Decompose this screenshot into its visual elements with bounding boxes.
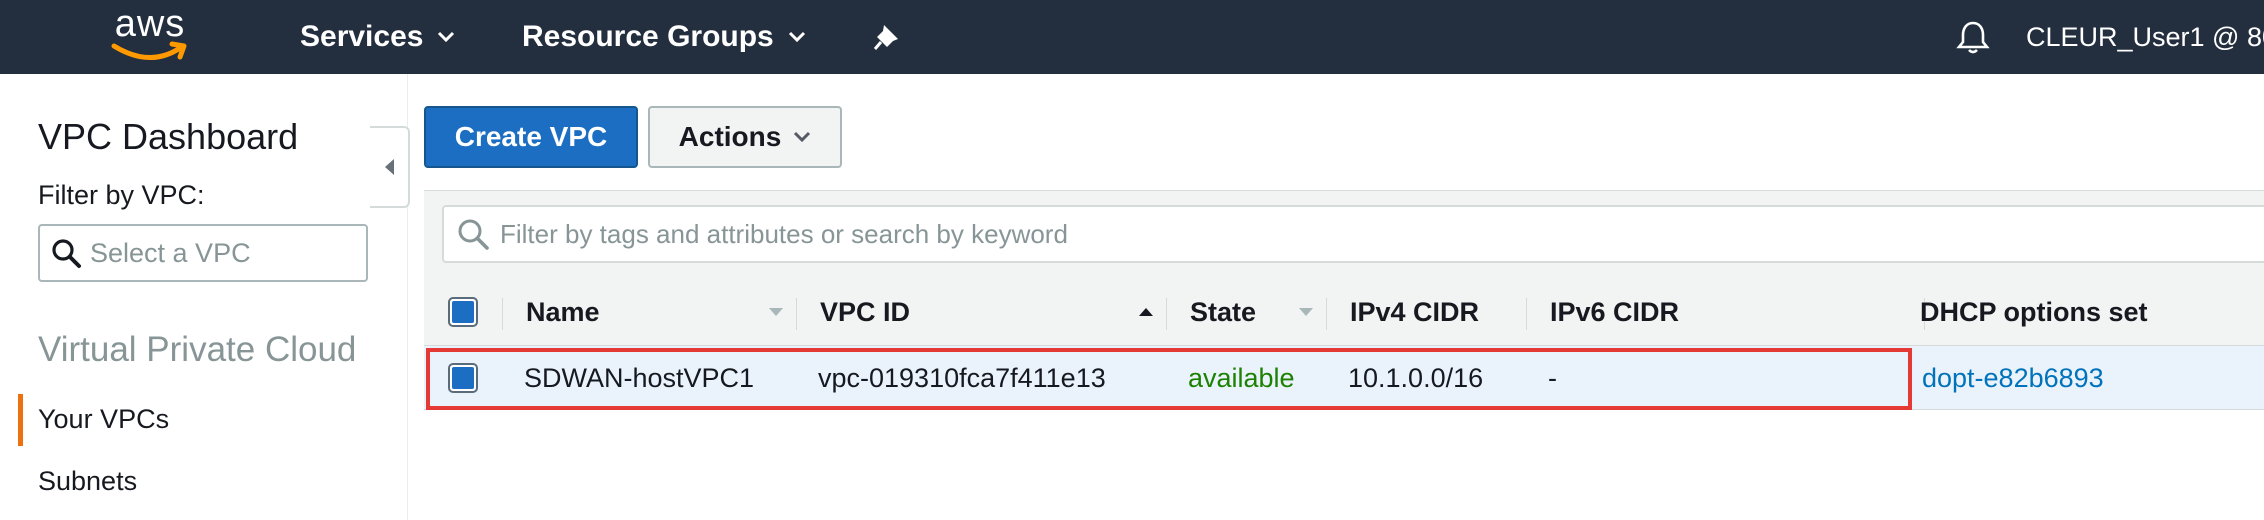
search-icon xyxy=(458,219,489,250)
aws-smile-icon xyxy=(111,41,187,60)
column-divider xyxy=(1526,298,1527,330)
sort-vpc-id-button[interactable] xyxy=(1138,278,1154,346)
notifications-button[interactable] xyxy=(1956,0,1990,74)
chevron-down-icon xyxy=(794,131,811,143)
sidebar-title[interactable]: VPC Dashboard xyxy=(38,116,298,158)
actions-label: Actions xyxy=(678,121,782,152)
cell-dhcp-options-link[interactable]: dopt-e82b6893 xyxy=(1922,346,2104,410)
resource-groups-menu[interactable]: Resource Groups xyxy=(522,0,806,74)
sort-down-icon xyxy=(769,308,783,316)
collapse-left-icon xyxy=(385,159,394,175)
column-divider xyxy=(502,298,503,330)
chevron-down-icon xyxy=(788,31,805,43)
active-item-indicator xyxy=(18,394,23,446)
create-vpc-button[interactable]: Create VPC xyxy=(424,106,638,168)
user-label: CLEUR_User1 @ 80 xyxy=(2026,22,2264,52)
sidebar-section-title: Virtual Private Cloud xyxy=(38,330,357,369)
user-account-menu[interactable]: CLEUR_User1 @ 80 xyxy=(2026,0,2264,74)
services-label: Services xyxy=(300,20,424,53)
top-navigation-bar: aws Services Resource Groups CLEUR_User1… xyxy=(0,0,2264,74)
sort-name-button[interactable] xyxy=(768,278,784,346)
aws-logo[interactable]: aws xyxy=(108,2,192,64)
filter-placeholder: Filter by tags and attributes or search … xyxy=(500,218,1068,249)
sidebar-item-your-vpcs[interactable]: Your VPCs xyxy=(38,404,169,435)
sort-down-icon xyxy=(1299,308,1313,316)
column-divider xyxy=(1326,298,1327,330)
table-header: Name VPC ID State IPv4 CIDR IPv6 CIDR DH… xyxy=(424,278,2264,346)
sort-up-icon xyxy=(1139,308,1153,316)
column-header-ipv4-cidr[interactable]: IPv4 CIDR xyxy=(1350,278,1479,346)
pin-icon xyxy=(873,25,898,50)
pin-button[interactable] xyxy=(872,0,902,74)
main-content: Create VPC Actions Filter by tags and at… xyxy=(410,74,2264,520)
filter-by-vpc-label: Filter by VPC: xyxy=(38,180,205,210)
sidebar-collapse-button[interactable] xyxy=(370,126,410,208)
sidebar-item-subnets[interactable]: Subnets xyxy=(38,466,137,497)
actions-button[interactable]: Actions xyxy=(648,106,842,168)
services-menu[interactable]: Services xyxy=(300,0,455,74)
bell-icon xyxy=(1956,21,1990,54)
checkbox-fill xyxy=(452,301,474,323)
column-header-state[interactable]: State xyxy=(1190,278,1256,346)
row-highlight-box xyxy=(426,348,1912,410)
vpc-select[interactable]: Select a VPC xyxy=(38,224,368,282)
column-header-dhcp-options-set[interactable]: DHCP options set xyxy=(1920,278,2148,346)
filter-search-input[interactable]: Filter by tags and attributes or search … xyxy=(442,205,2264,263)
vpc-select-placeholder: Select a VPC xyxy=(90,237,251,268)
column-divider xyxy=(1166,298,1167,330)
column-header-vpc-id[interactable]: VPC ID xyxy=(820,278,910,346)
chevron-down-icon xyxy=(438,31,455,43)
column-header-name[interactable]: Name xyxy=(526,278,600,346)
column-divider xyxy=(796,298,797,330)
sidebar: VPC Dashboard Filter by VPC: Select a VP… xyxy=(0,74,408,520)
resource-groups-label: Resource Groups xyxy=(522,20,774,53)
sort-state-button[interactable] xyxy=(1298,278,1314,346)
column-header-ipv6-cidr[interactable]: IPv6 CIDR xyxy=(1550,278,1679,346)
select-all-checkbox[interactable] xyxy=(448,297,478,327)
search-icon xyxy=(52,239,81,268)
